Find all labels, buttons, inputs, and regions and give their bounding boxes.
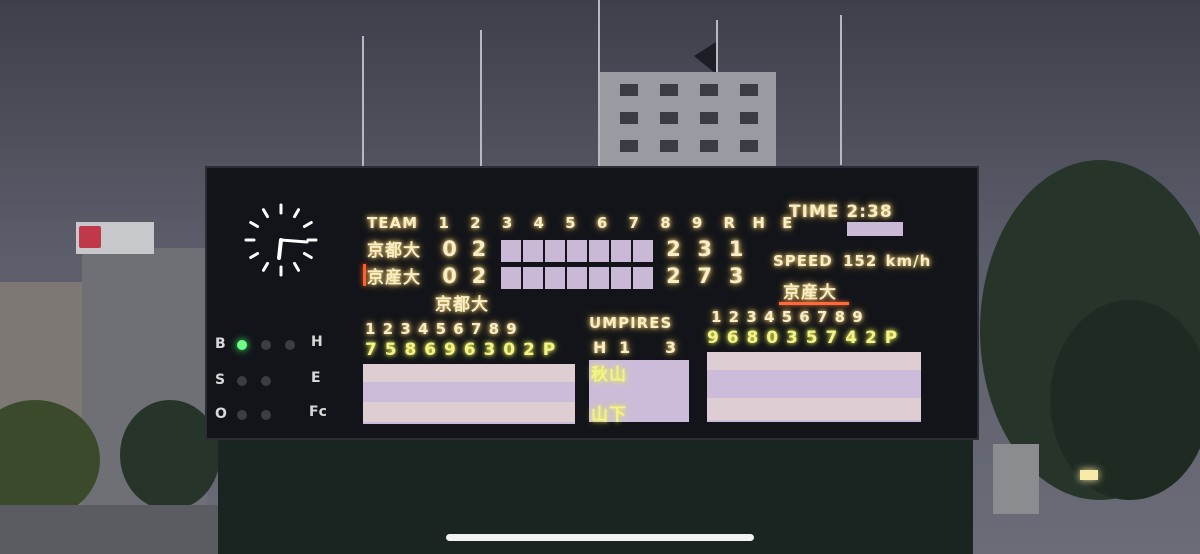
team2-inning-2: 2: [471, 264, 488, 288]
team1-inning-1: 0: [442, 237, 458, 261]
team1-runs: 2: [666, 237, 682, 261]
ground-wall: [0, 505, 218, 554]
left-lineup-names-row: [363, 364, 575, 382]
inning-2-header: 2: [470, 214, 482, 232]
inning-9-header: 9: [691, 214, 704, 232]
out-lamp-1: [237, 410, 247, 420]
umpire-position-3: 3: [665, 338, 678, 357]
inning-1-header: 1: [438, 214, 450, 232]
inning-header: TEAM 1 2 3 4 5 6 7 8 9 R H E: [367, 214, 793, 232]
home-indicator[interactable]: [446, 534, 754, 541]
team2-row: 京産大 0 2 2 7 3: [367, 263, 749, 289]
ball-lamp-3: [285, 340, 295, 350]
right-lineup-names-row: [707, 352, 921, 370]
left-positions: 7 5 8 6 9 6 3 0 2 P: [365, 340, 557, 360]
umpire-name-1: 秋山: [591, 365, 627, 385]
scoreboard: TEAM 1 2 3 4 5 6 7 8 9 R H E 京都大 0 2 2 3…: [205, 166, 979, 440]
team1-errors: 1: [728, 237, 745, 261]
speed-display: SPEED 152 km/h: [773, 252, 931, 270]
left-lineup-names-row: [363, 402, 575, 422]
strike-lamp-1: [237, 376, 247, 386]
out-label: O: [215, 406, 227, 422]
right-team-label: 京産大: [783, 283, 837, 303]
team1-name: 京都大: [367, 241, 421, 261]
fielders-choice-label: Fc: [309, 404, 327, 420]
team1-hits: 3: [697, 237, 714, 261]
team2-hits: 7: [697, 264, 714, 288]
inning-5-header: 5: [565, 214, 577, 232]
umpire-name-2: 山下: [591, 405, 627, 425]
light-pole: [840, 15, 842, 165]
ball-lamp-2: [261, 340, 271, 350]
ball-label: B: [215, 336, 226, 352]
team2-name: 京産大: [367, 268, 421, 288]
hit-label: H: [311, 334, 323, 350]
flag: [694, 42, 716, 74]
team1-inning-2: 2: [471, 237, 488, 261]
team1-row: 京都大 0 2 2 3 1: [367, 236, 749, 262]
runs-header: R: [723, 214, 737, 232]
inning-6-header: 6: [596, 214, 609, 232]
tree: [1050, 300, 1200, 500]
strike-lamp-2: [261, 376, 271, 386]
ball-lamp-1: [237, 340, 247, 350]
batting-indicator: [363, 264, 366, 286]
side-box: [993, 444, 1039, 514]
street-lamp-icon: [1080, 470, 1098, 480]
team2-runs: 2: [666, 264, 682, 288]
right-lineup-names-row: [707, 398, 921, 420]
out-lamp-2: [261, 410, 271, 420]
time-display: TIME 2:38: [789, 202, 893, 222]
umpires-label: UMPIRES: [589, 314, 673, 332]
strike-label: S: [215, 372, 226, 388]
left-lineup-numbers: 1 2 3 4 5 6 7 8 9: [365, 320, 518, 338]
right-lineup-numbers: 1 2 3 4 5 6 7 8 9: [711, 308, 864, 326]
speed-value: 152: [842, 252, 878, 270]
clock-icon: [244, 203, 318, 277]
time-value: 2:38: [846, 202, 893, 222]
speed-label: SPEED: [773, 252, 833, 270]
hits-header: H: [752, 214, 766, 232]
light-pole: [480, 30, 482, 180]
error-label: E: [311, 370, 321, 386]
umpire-position-1: 1: [619, 338, 632, 357]
umpire-position-H: H: [593, 338, 608, 357]
team2-inning-1: 0: [442, 264, 458, 288]
right-team-underline: [779, 302, 849, 305]
left-team-label: 京都大: [435, 295, 489, 315]
inning-7-header: 7: [628, 214, 640, 232]
tower-building: [600, 72, 776, 172]
sign-logo-icon: [79, 226, 101, 248]
speed-unit: km/h: [885, 252, 932, 270]
time-panel: [847, 222, 903, 236]
team-header: TEAM: [367, 214, 419, 232]
right-positions: 9 6 8 0 3 5 7 4 2 P: [707, 328, 899, 348]
inning-8-header: 8: [660, 214, 672, 232]
inning-4-header: 4: [533, 214, 545, 232]
time-label: TIME: [789, 202, 840, 222]
light-pole: [362, 36, 364, 186]
team2-errors: 3: [728, 264, 745, 288]
inning-3-header: 3: [501, 214, 514, 232]
